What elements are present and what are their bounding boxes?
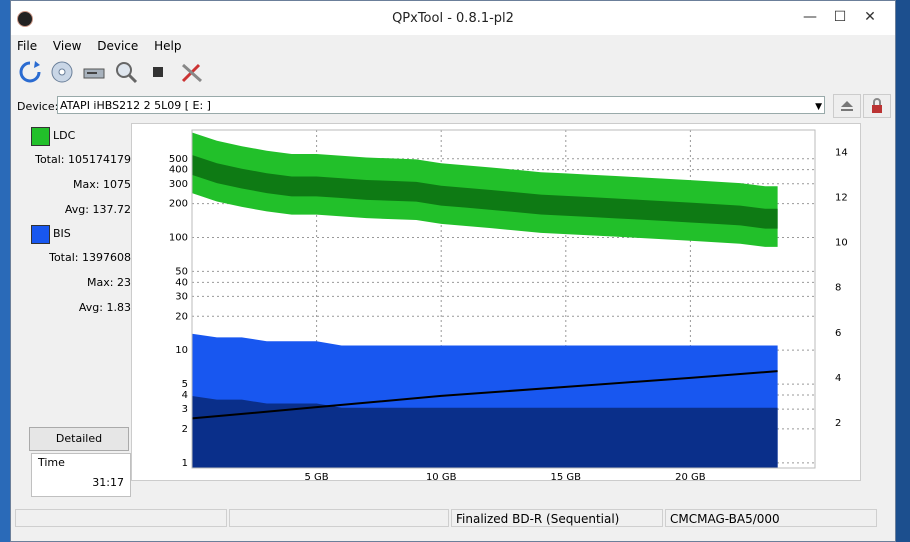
time-box: Time 31:17 xyxy=(31,453,131,497)
y-left-tick-label: 200 xyxy=(169,199,188,210)
ldc-bis-chart: 5 GB 10 GB 15 GB 20 GB 500400 300 200 100 5040 30… xyxy=(169,129,848,483)
lock-button[interactable] xyxy=(863,94,891,118)
y-left-tick-label: 500 xyxy=(169,154,188,165)
eject-button[interactable] xyxy=(833,94,861,118)
y-left-tick-label: 30 xyxy=(175,291,188,302)
y-left-tick-label: 300 xyxy=(169,179,188,190)
status-cell-2 xyxy=(229,509,449,527)
menu-bar: File View Device Help xyxy=(11,37,895,55)
y-left-tick-label: 40 xyxy=(175,277,188,288)
time-value: 31:17 xyxy=(92,476,124,489)
ldc-label: LDC xyxy=(53,129,76,142)
menu-view[interactable]: View xyxy=(47,37,87,55)
chart-area: 5 GB 10 GB 15 GB 20 GB 500 400 300 200 100 50 40 30… xyxy=(131,123,861,483)
disc-status: Finalized BD-R (Sequential) xyxy=(451,509,663,527)
refresh-icon[interactable] xyxy=(17,59,43,85)
y-right-tick-label: 14 xyxy=(835,148,848,159)
y-left-tick-label: 1 xyxy=(182,458,188,469)
device-select[interactable]: ATAPI iHBS212 2 5L09 [ E: ] ▼ xyxy=(57,96,825,114)
stats-panel: LDC Total: 105174179 Max: 1075 Avg: 137.… xyxy=(19,123,137,497)
window-title: QPxTool - 0.8.1-pl2 xyxy=(392,11,514,26)
y-left-tick-label: 3 xyxy=(182,404,188,415)
ldc-max: Max: 1075 xyxy=(73,178,131,191)
menu-help[interactable]: Help xyxy=(148,37,187,55)
maximize-icon[interactable]: ☐ xyxy=(827,7,853,27)
x-tick-label: 15 GB xyxy=(551,472,582,480)
y-right-tick-label: 10 xyxy=(835,238,848,249)
ldc-color-swatch[interactable] xyxy=(31,127,50,146)
toolbar xyxy=(15,59,215,87)
ldc-avg: Avg: 137.72 xyxy=(64,203,131,216)
device-label: Device: xyxy=(17,100,59,113)
status-bar: Finalized BD-R (Sequential) CMCMAG-BA5/0… xyxy=(15,509,891,529)
stop-icon[interactable] xyxy=(145,59,171,85)
device-bar: Device: ATAPI iHBS212 2 5L09 [ E: ] ▼ xyxy=(11,94,895,118)
y-left-tick-label: 20 xyxy=(175,311,188,322)
y-left-tick-label: 4 xyxy=(182,390,188,401)
bis-avg: Avg: 1.83 xyxy=(78,301,131,314)
bis-label: BIS xyxy=(53,227,71,240)
y-left-tick-label: 100 xyxy=(169,233,188,244)
detailed-button[interactable]: Detailed xyxy=(29,427,129,451)
y-left-tick-label: 2 xyxy=(182,424,188,435)
y-right-tick-label: 8 xyxy=(835,283,841,294)
chevron-down-icon: ▼ xyxy=(815,102,822,112)
lock-icon xyxy=(872,98,882,113)
y-right-tick-label: 6 xyxy=(835,328,841,339)
bis-total: Total: 1397608 xyxy=(49,251,131,264)
y-left-tick-label: 50 xyxy=(175,266,188,277)
y-right-tick-label: 2 xyxy=(835,418,841,429)
x-tick-label: 20 GB xyxy=(675,472,706,480)
desktop-right-strip xyxy=(896,0,910,542)
device-value: ATAPI iHBS212 2 5L09 [ E: ] xyxy=(60,99,211,112)
menu-device[interactable]: Device xyxy=(91,37,144,55)
qpxtool-window: QPxTool - 0.8.1-pl2 — ☐ ✕ File View Devi… xyxy=(10,0,896,542)
status-cell-1 xyxy=(15,509,227,527)
y-right-tick-label: 4 xyxy=(835,373,841,384)
y-left-tick-label: 400 xyxy=(169,165,188,176)
drive-icon[interactable] xyxy=(81,59,107,85)
scan-icon[interactable] xyxy=(113,59,139,85)
bis-color-swatch[interactable] xyxy=(31,225,50,244)
y-left-tick-label: 5 xyxy=(182,379,188,390)
menu-file[interactable]: File xyxy=(11,37,43,55)
time-label: Time xyxy=(38,456,65,469)
x-tick-label: 10 GB xyxy=(426,472,457,480)
disc-icon[interactable] xyxy=(49,59,75,85)
tools-icon[interactable] xyxy=(179,59,205,85)
x-tick-label: 5 GB xyxy=(305,472,329,480)
title-bar: QPxTool - 0.8.1-pl2 — ☐ ✕ xyxy=(11,1,895,35)
y-left-tick-label: 10 xyxy=(175,345,188,356)
minimize-icon[interactable]: — xyxy=(797,7,823,27)
media-id: CMCMAG-BA5/000 xyxy=(665,509,877,527)
desktop-left-strip xyxy=(0,0,10,542)
bis-max: Max: 23 xyxy=(87,276,131,289)
y-right-tick-label: 12 xyxy=(835,193,848,204)
close-icon[interactable]: ✕ xyxy=(857,7,883,27)
ldc-total: Total: 105174179 xyxy=(35,153,131,166)
eject-icon xyxy=(841,101,853,111)
